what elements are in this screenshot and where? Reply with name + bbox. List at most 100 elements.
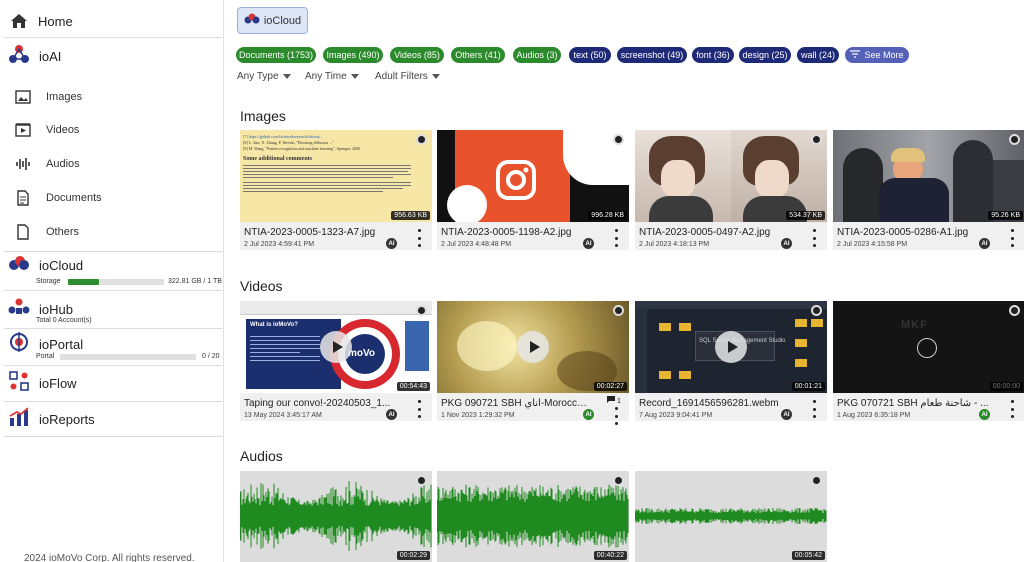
select-radio[interactable] (811, 134, 822, 145)
image-thumbnail[interactable]: [7] https://github.com/facebookresearch/… (240, 130, 432, 222)
sidebar-item-label: Videos (46, 124, 80, 136)
filter-any-type[interactable]: Any Type (237, 71, 291, 82)
more-options-icon[interactable] (414, 229, 424, 247)
more-options-icon[interactable] (414, 400, 424, 418)
select-radio[interactable] (811, 475, 822, 486)
sidebar-item-ioreports[interactable]: ioReports (8, 406, 222, 430)
image-card[interactable]: 996.28 KB NTIA-2023-0005-1198-A2.jpg 2 J… (437, 130, 629, 250)
audio-card[interactable]: 00:40:22 (437, 471, 629, 562)
chip-others[interactable]: Others (41) (451, 47, 505, 63)
audio-card[interactable]: 00:02:29 (240, 471, 432, 562)
ai-badge: AI (979, 409, 990, 420)
audio-waveform[interactable]: 00:05:42 (635, 471, 827, 562)
divider (4, 401, 222, 402)
audio-card[interactable]: 00:05:42 (635, 471, 827, 562)
play-button[interactable] (715, 331, 747, 363)
select-radio[interactable] (416, 305, 427, 316)
sidebar-item-ioportal[interactable]: ioPortal (8, 331, 222, 357)
video-card[interactable]: 00:02:27 PKG 090721 SBH أناي-Morocco ...… (437, 301, 629, 425)
play-icon (727, 341, 738, 353)
image-thumbnail[interactable]: 534.37 KB (635, 130, 827, 222)
movo-logo-text: moVo (348, 348, 376, 359)
video-thumbnail[interactable]: What is ioMoVo? moVo 00:54:43 (240, 301, 432, 393)
select-radio[interactable] (811, 305, 822, 316)
sidebar-item-ioai[interactable]: ioAI (8, 44, 222, 68)
chip-tag-text[interactable]: text (50) (569, 47, 611, 63)
file-name: Taping our convo!-20240503_1... (244, 398, 391, 409)
select-radio[interactable] (1009, 134, 1020, 145)
play-icon (332, 341, 343, 353)
sidebar-item-audios[interactable]: Audios (14, 153, 214, 175)
chip-tag-wall[interactable]: wall (24) (797, 47, 839, 63)
duration-badge: 00:02:29 (396, 551, 430, 560)
image-card[interactable]: 95.26 KB NTIA-2023-0005-0286-A1.jpg 2 Ju… (833, 130, 1024, 250)
more-options-icon[interactable] (809, 400, 819, 418)
video-thumbnail[interactable]: SQL Server Management Studio 00:01:21 (635, 301, 827, 393)
video-card[interactable]: SQL Server Management Studio 00:01:21 Re… (635, 301, 827, 421)
video-card[interactable]: What is ioMoVo? moVo 00:54:43 Taping our… (240, 301, 432, 421)
video-card[interactable]: MKF 00:00:00 PKG 070721 SBH شاحنة طعام -… (833, 301, 1024, 421)
chip-videos[interactable]: Videos (85) (390, 47, 444, 63)
image-card[interactable]: [7] https://github.com/facebookresearch/… (240, 130, 432, 250)
filter-any-time[interactable]: Any Time (305, 71, 359, 82)
storage-progress-fill (68, 279, 99, 285)
iocloud-button[interactable]: ioCloud (237, 7, 308, 34)
select-radio[interactable] (613, 134, 624, 145)
loading-circle-icon (917, 338, 937, 358)
select-radio[interactable] (416, 475, 427, 486)
audio-waveform[interactable]: 00:40:22 (437, 471, 629, 562)
duration-badge: 00:02:27 (593, 382, 627, 391)
caret-down-icon (431, 74, 440, 79)
more-options-icon[interactable] (809, 229, 819, 247)
filter-label: Any Type (237, 71, 279, 82)
ai-badge: AI (583, 409, 594, 420)
select-radio[interactable] (613, 305, 624, 316)
video-thumbnail[interactable]: 00:02:27 (437, 301, 629, 393)
file-date: 2 Jul 2023 4:18:13 PM (639, 241, 710, 248)
instagram-logo-icon (494, 158, 538, 207)
see-more-label: See More (864, 50, 904, 60)
select-radio[interactable] (613, 475, 624, 486)
more-options-icon[interactable] (1007, 229, 1017, 247)
sidebar-item-iocloud[interactable]: ioCloud (8, 255, 222, 274)
chip-documents[interactable]: Documents (1753) (236, 47, 316, 63)
image-thumbnail[interactable]: 996.28 KB (437, 130, 629, 222)
sidebar-item-videos[interactable]: Videos (14, 119, 214, 141)
image-thumbnail[interactable]: 95.26 KB (833, 130, 1024, 222)
image-card[interactable]: 534.37 KB NTIA-2023-0005-0497-A2.jpg 2 J… (635, 130, 827, 250)
filter-adult[interactable]: Adult Filters (375, 71, 440, 82)
caret-down-icon (350, 74, 359, 79)
chip-tag-design[interactable]: design (25) (739, 47, 791, 63)
ioportal-count: 0 / 20 (202, 353, 220, 360)
more-options-icon[interactable] (611, 407, 621, 425)
copyright-footer: 2024 ioMoVo Corp. All rights reserved. (24, 553, 195, 562)
file-name: NTIA-2023-0005-0497-A2.jpg (639, 227, 771, 238)
video-thumbnail[interactable]: MKF 00:00:00 (833, 301, 1024, 393)
documents-icon (14, 189, 32, 207)
audio-waveform[interactable]: 00:02:29 (240, 471, 432, 562)
ioportal-logo-icon (8, 331, 30, 357)
see-more-chip[interactable]: See More (845, 47, 909, 63)
play-button[interactable] (320, 331, 352, 363)
file-size-badge: 95.26 KB (988, 211, 1023, 220)
select-radio[interactable] (416, 134, 427, 145)
sidebar-item-documents[interactable]: Documents (14, 187, 214, 209)
divider (4, 365, 222, 366)
ai-badge: AI (979, 238, 990, 249)
chip-tag-screenshot[interactable]: screenshot (49) (617, 47, 687, 63)
storage-progress-bar (68, 279, 164, 285)
chip-images[interactable]: Images (490) (323, 47, 383, 63)
sidebar-item-iohub[interactable]: ioHub (8, 298, 222, 319)
more-options-icon[interactable] (1007, 400, 1017, 418)
sidebar-item-ioflow[interactable]: ioFlow (8, 370, 222, 394)
chip-tag-font[interactable]: font (36) (692, 47, 734, 63)
slide-title: What is ioMoVo? (250, 322, 298, 328)
sidebar-item-home[interactable]: Home (8, 8, 222, 34)
sidebar-item-images[interactable]: Images (14, 86, 214, 108)
more-options-icon[interactable] (611, 229, 621, 247)
file-size-badge: 996.28 KB (588, 211, 627, 220)
chip-audios[interactable]: Audios (3) (513, 47, 561, 63)
select-radio[interactable] (1009, 305, 1020, 316)
sidebar-item-others[interactable]: Others (14, 221, 214, 243)
play-button[interactable] (517, 331, 549, 363)
